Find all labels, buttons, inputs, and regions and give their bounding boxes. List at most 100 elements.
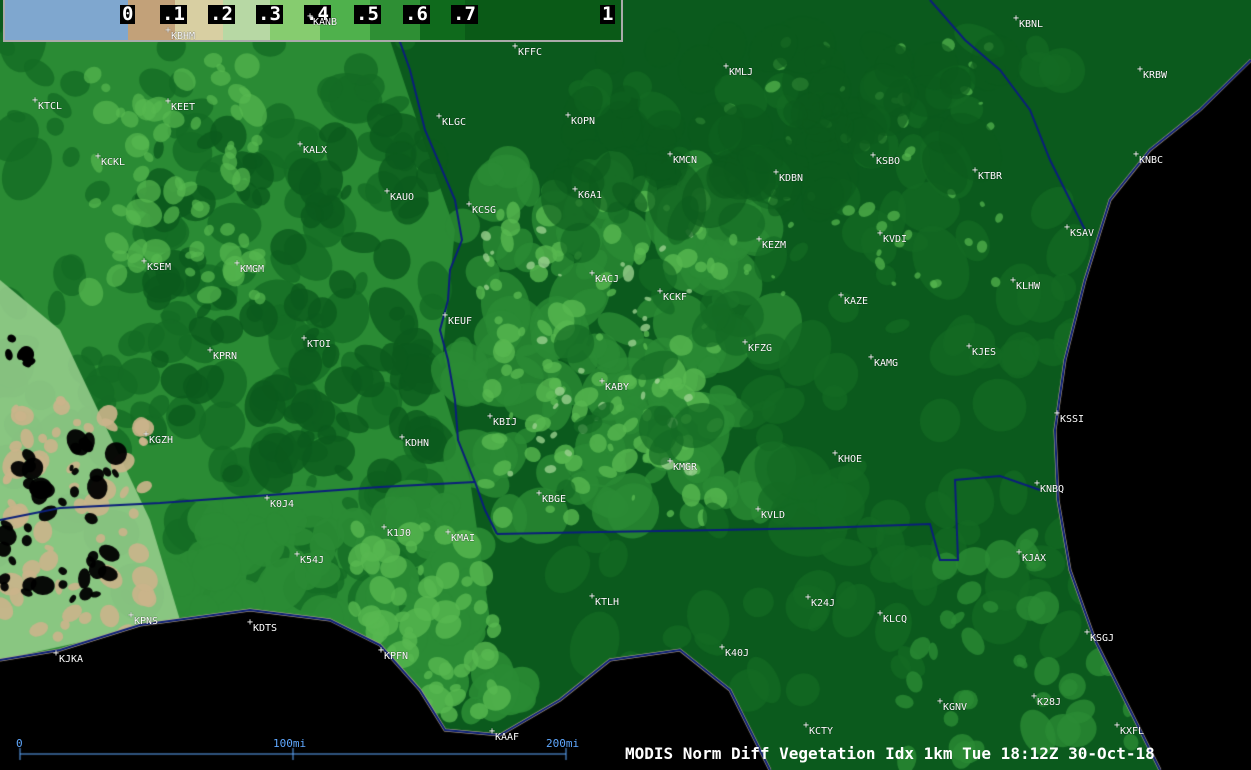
station-marker-icon: + — [589, 268, 596, 279]
station-label: KTBR — [978, 171, 1003, 182]
station-marker-icon: + — [832, 448, 839, 459]
station-ksem: + KSEM — [141, 257, 172, 273]
station-marker-icon: + — [572, 184, 579, 195]
station-ksav: + KSAV — [1064, 223, 1095, 239]
station-kpns: + KPNS — [128, 611, 158, 627]
station-label: KXFL — [1120, 726, 1145, 737]
station-ksbo: + KSBO — [870, 151, 900, 167]
station-label: KVLD — [761, 510, 786, 521]
station-marker-icon: + — [466, 199, 473, 210]
station-marker-icon: + — [1114, 720, 1121, 731]
station-kmlj: + KMLJ — [723, 62, 753, 78]
station-marker-icon: + — [487, 411, 494, 422]
station-label: KMGR — [673, 462, 698, 473]
station-label: KRBW — [1143, 70, 1168, 81]
station-kaze: + KAZE — [838, 291, 869, 307]
station-marker-icon: + — [53, 648, 60, 659]
station-marker-icon: + — [512, 41, 519, 52]
station-kauo: + KAUO — [384, 187, 415, 203]
station-kvld: + KVLD — [755, 505, 786, 521]
station-keuf: + KEUF — [442, 311, 473, 327]
station-kbij: + KBIJ — [487, 412, 517, 428]
station-klcq: + KLCQ — [877, 609, 907, 625]
station-kdts: + KDTS — [247, 618, 278, 634]
station-kxfl: + KXFL — [1114, 721, 1145, 737]
station-label: KMGM — [240, 264, 265, 275]
station-marker-icon: + — [803, 720, 810, 731]
station-kacj: + KACJ — [589, 269, 619, 285]
station-marker-icon: + — [207, 345, 214, 356]
station-marker-icon: + — [972, 165, 979, 176]
station-kanb: + KANB — [307, 12, 337, 28]
station-marker-icon: + — [838, 290, 845, 301]
station-kffc: + KFFC — [512, 42, 543, 58]
station-label: KFZG — [748, 343, 773, 354]
station-label: KJAX — [1022, 553, 1047, 564]
station-marker-icon: + — [489, 726, 496, 737]
station-marker-icon: + — [1064, 222, 1071, 233]
station-label: KDHN — [405, 438, 430, 449]
station-marker-icon: + — [307, 11, 314, 22]
station-kmcn: + KMCN — [667, 150, 697, 166]
station-label: KPFN — [384, 651, 409, 662]
station-label: KTLH — [595, 597, 620, 608]
station-label: KSEM — [147, 262, 172, 273]
station-klgc: + KLGC — [436, 112, 466, 128]
station-kopn: + KOPN — [565, 111, 595, 127]
station-label: KDTS — [253, 623, 278, 634]
station-marker-icon: + — [384, 186, 391, 197]
station-kgzh: + KGZH — [143, 430, 174, 446]
station-k24j: + K24J — [805, 593, 835, 609]
station-marker-icon: + — [141, 256, 148, 267]
station-ktcl: + KTCL — [32, 96, 63, 112]
station-label: KTCL — [38, 101, 63, 112]
station-label: KEET — [171, 102, 196, 113]
scale-label-0: 0 — [16, 737, 23, 750]
station-label: KEUF — [448, 316, 473, 327]
station-label: KBNL — [1019, 19, 1044, 30]
station-label: KABY — [605, 382, 630, 393]
station-label: KAZE — [844, 296, 869, 307]
station-marker-icon: + — [667, 149, 674, 160]
station-kpfn: + KPFN — [378, 646, 409, 662]
legend-tick-label: .3 — [256, 3, 283, 25]
station-kmgr: + KMGR — [667, 457, 698, 473]
station-marker-icon: + — [378, 645, 385, 656]
station-label: KALX — [303, 145, 328, 156]
legend-tick-label: .6 — [403, 3, 430, 25]
legend-tick-label: 1 — [600, 3, 616, 25]
station-marker-icon: + — [657, 286, 664, 297]
station-marker-icon: + — [723, 61, 730, 72]
station-k1j0: + K1J0 — [381, 523, 411, 539]
station-kvdi: + KVDI — [877, 229, 907, 245]
station-marker-icon: + — [877, 608, 884, 619]
station-marker-icon: + — [381, 522, 388, 533]
station-kmai: + KMAI — [445, 528, 475, 544]
station-label: KPRN — [213, 351, 238, 362]
station-label: KHOE — [838, 454, 863, 465]
station-label: KGZH — [149, 435, 174, 446]
station-kaaf: + KAAF — [489, 727, 519, 743]
station-khoe: + KHOE — [832, 449, 863, 465]
station-label: KCTY — [809, 726, 834, 737]
legend-swatch — [5, 0, 128, 40]
station-marker-icon: + — [264, 493, 271, 504]
station-kezm: + KEZM — [756, 235, 786, 251]
station-marker-icon: + — [32, 95, 39, 106]
station-label: KTOI — [307, 339, 332, 350]
station-label: KDBN — [779, 173, 804, 184]
station-marker-icon: + — [589, 591, 596, 602]
station-label: KJES — [972, 347, 997, 358]
station-marker-icon: + — [1010, 275, 1017, 286]
station-marker-icon: + — [755, 504, 762, 515]
station-label: KSAV — [1070, 228, 1095, 239]
station-k54j: + K54J — [294, 550, 324, 566]
station-label: KSSI — [1060, 414, 1085, 425]
station-marker-icon: + — [805, 592, 812, 603]
station-krbw: + KRBW — [1137, 65, 1168, 81]
station-kfzg: + KFZG — [742, 338, 773, 354]
station-label: KAUO — [390, 192, 415, 203]
station-label: KSGJ — [1090, 633, 1115, 644]
station-label: KFFC — [518, 47, 543, 58]
station-marker-icon: + — [877, 228, 884, 239]
